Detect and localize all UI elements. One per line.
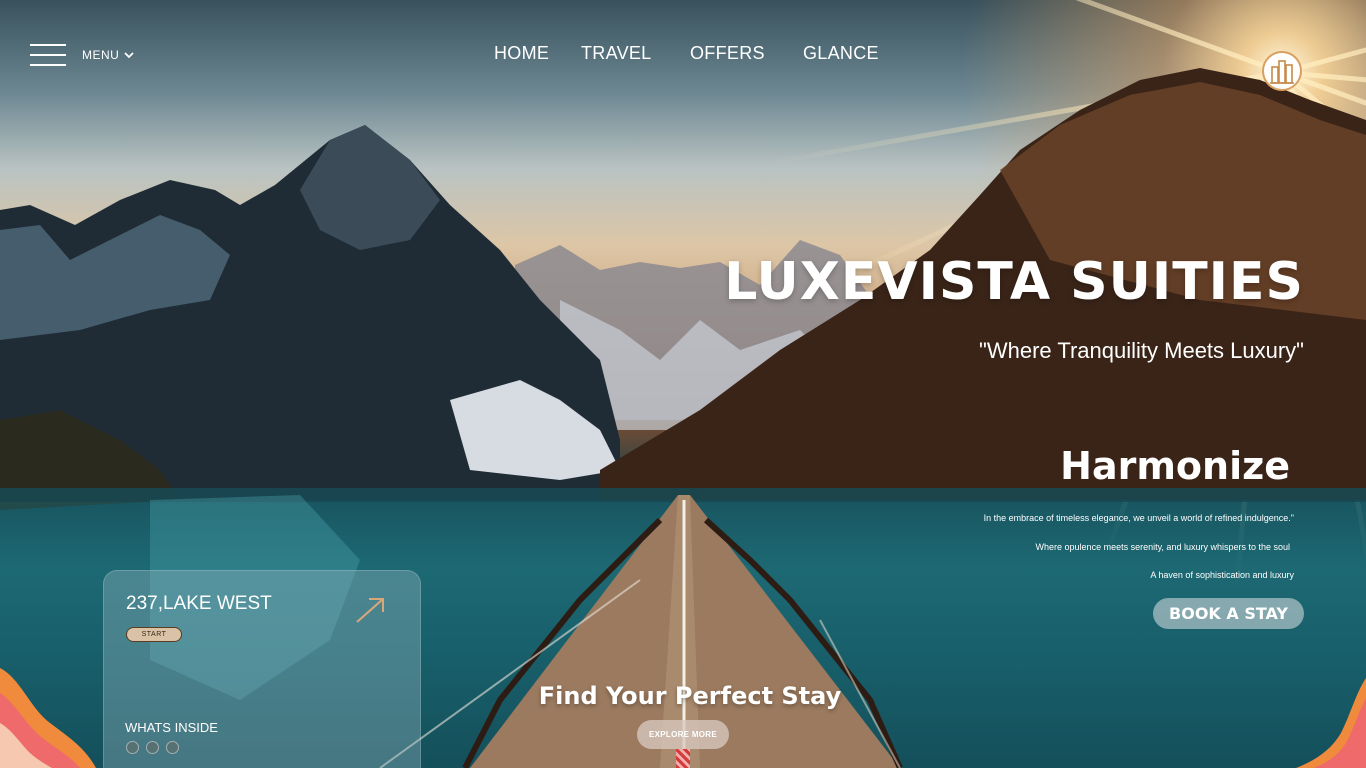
harmonize-heading: Harmonize bbox=[1060, 444, 1290, 488]
nav-travel[interactable]: TRAVEL bbox=[581, 43, 652, 64]
arrow-up-right-icon[interactable] bbox=[354, 595, 388, 625]
book-a-stay-button[interactable]: BOOK A STAY bbox=[1153, 598, 1304, 629]
find-stay-heading: Find Your Perfect Stay bbox=[0, 682, 1366, 710]
whats-inside-label: WHATS INSIDE bbox=[125, 720, 218, 735]
hero-title: LUXEVISTA SUITIES bbox=[724, 252, 1304, 312]
nav-glance[interactable]: GLANCE bbox=[803, 43, 879, 64]
card-address: 237,LAKE WEST bbox=[126, 593, 272, 614]
start-button[interactable]: START bbox=[126, 627, 182, 642]
corner-wave-left bbox=[0, 668, 96, 768]
feature-line-2: Where opulence meets serenity, and luxur… bbox=[1035, 542, 1290, 552]
building-icon bbox=[1270, 60, 1294, 84]
explore-more-button[interactable]: EXPLORE MORE bbox=[637, 720, 729, 749]
main-nav: HOME TRAVEL OFFERS GLANCE bbox=[0, 43, 1366, 67]
corner-wave-right bbox=[1296, 678, 1366, 768]
feature-line-3: A haven of sophistication and luxury bbox=[1150, 570, 1294, 580]
nav-offers[interactable]: OFFERS bbox=[690, 43, 765, 64]
location-card[interactable]: 237,LAKE WEST START WHATS INSIDE bbox=[103, 570, 421, 768]
brand-logo[interactable] bbox=[1262, 51, 1302, 91]
amenity-icon-3[interactable] bbox=[166, 741, 179, 754]
nav-home[interactable]: HOME bbox=[494, 43, 549, 64]
hero-tagline: "Where Tranquility Meets Luxury" bbox=[979, 338, 1304, 363]
pattern-decoration bbox=[676, 749, 690, 768]
feature-line-1: In the embrace of timeless elegance, we … bbox=[983, 513, 1294, 523]
amenity-icon-1[interactable] bbox=[126, 741, 139, 754]
amenity-icons bbox=[126, 741, 179, 754]
find-stay-heading-text: Find Your Perfect Stay bbox=[538, 682, 842, 710]
amenity-icon-2[interactable] bbox=[146, 741, 159, 754]
